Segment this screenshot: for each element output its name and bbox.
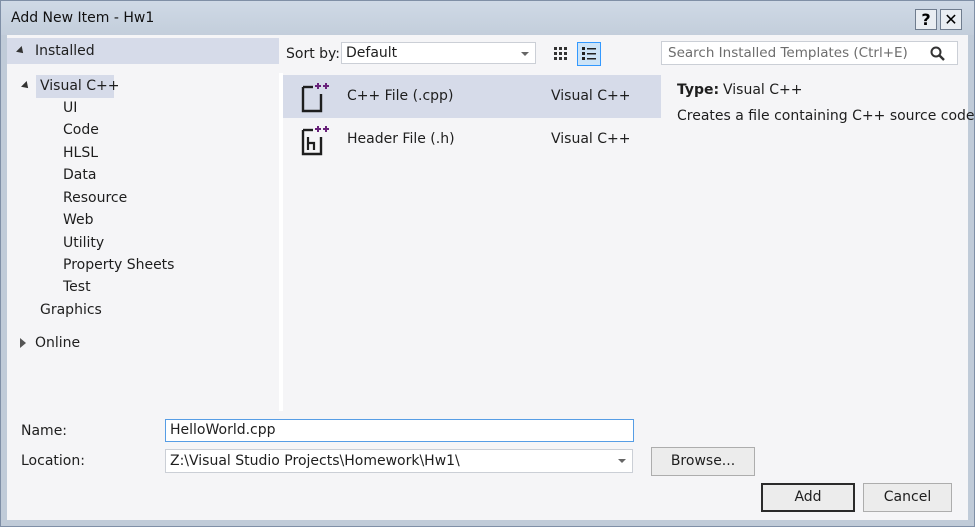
sort-toolbar: Sort by: Default <box>279 35 661 73</box>
location-value: Z:\Visual Studio Projects\Homework\Hw1\ <box>170 453 460 469</box>
cancel-button[interactable]: Cancel <box>863 483 952 512</box>
tree-item-utility[interactable]: Utility <box>63 235 104 251</box>
dialog-title: Add New Item - Hw1 <box>11 10 155 26</box>
help-button[interactable]: ? <box>915 9 937 30</box>
template-name: C++ File (.cpp) <box>347 88 454 104</box>
location-dropdown[interactable]: Z:\Visual Studio Projects\Homework\Hw1\ <box>165 449 633 473</box>
tree-item-web[interactable]: Web <box>63 212 94 228</box>
template-name: Header File (.h) <box>347 131 455 147</box>
tree-item-online[interactable]: Online <box>35 335 80 351</box>
name-field[interactable]: HelloWorld.cpp <box>165 419 634 442</box>
search-templates-input[interactable]: Search Installed Templates (Ctrl+E) <box>661 41 958 65</box>
close-button[interactable]: ✕ <box>940 9 962 30</box>
cpp-file-icon <box>301 83 329 113</box>
template-item-cpp-file[interactable]: C++ File (.cpp) Visual C++ <box>283 75 661 118</box>
tree-item-graphics[interactable]: Graphics <box>40 302 102 318</box>
installed-header[interactable]: Installed <box>7 38 279 64</box>
list-view-icon <box>582 47 596 60</box>
name-value: HelloWorld.cpp <box>170 422 276 438</box>
template-item-header-file[interactable]: Header File (.h) Visual C++ <box>283 118 661 161</box>
type-label: Type: <box>677 82 720 98</box>
item-form: Name: HelloWorld.cpp Location: Z:\Visual… <box>7 411 968 520</box>
tree-item-resource[interactable]: Resource <box>63 190 127 206</box>
tree-item-ui[interactable]: UI <box>63 100 77 116</box>
expand-arrow-icon[interactable] <box>21 81 31 91</box>
add-new-item-dialog: Add New Item - Hw1 ? ✕ Installed Visual … <box>0 0 975 527</box>
template-details-pane: Type: Visual C++ Creates a file containi… <box>661 73 975 411</box>
template-category-tree: Installed Visual C++ UI Code HLSL Data R… <box>7 35 279 411</box>
expand-arrow-icon[interactable] <box>20 338 26 348</box>
sort-by-dropdown[interactable]: Default <box>341 42 536 64</box>
template-description: Creates a file containing C++ source cod… <box>677 108 975 124</box>
search-icon[interactable] <box>929 46 947 62</box>
sort-by-value: Default <box>346 45 398 61</box>
list-view-button[interactable] <box>577 42 601 66</box>
chevron-down-icon <box>521 52 529 56</box>
tree-item-hlsl[interactable]: HLSL <box>63 145 98 161</box>
dialog-client-area: Installed Visual C++ UI Code HLSL Data R… <box>7 35 975 520</box>
tree-item-code[interactable]: Code <box>63 122 99 138</box>
title-bar[interactable]: Add New Item - Hw1 ? ✕ <box>1 1 974 35</box>
tree-item-visual-cpp[interactable]: Visual C++ <box>40 78 119 94</box>
location-label: Location: <box>21 453 85 469</box>
header-file-icon <box>301 126 329 156</box>
add-button[interactable]: Add <box>761 483 855 512</box>
tree-item-property-sheets[interactable]: Property Sheets <box>63 257 174 273</box>
search-placeholder: Search Installed Templates (Ctrl+E) <box>668 45 908 61</box>
grid-view-icon <box>554 47 567 60</box>
sort-by-label: Sort by: <box>286 46 341 62</box>
collapse-arrow-icon[interactable] <box>16 46 26 56</box>
template-language: Visual C++ <box>551 88 631 104</box>
grid-view-button[interactable] <box>549 42 573 66</box>
type-value: Visual C++ <box>723 82 803 98</box>
template-language: Visual C++ <box>551 131 631 147</box>
template-list: C++ File (.cpp) Visual C++ Header File (… <box>283 73 661 411</box>
chevron-down-icon <box>618 459 626 463</box>
name-label: Name: <box>21 423 68 439</box>
installed-label: Installed <box>35 43 95 59</box>
browse-button[interactable]: Browse... <box>651 447 755 476</box>
tree-item-data[interactable]: Data <box>63 167 96 183</box>
tree-item-test[interactable]: Test <box>63 279 91 295</box>
